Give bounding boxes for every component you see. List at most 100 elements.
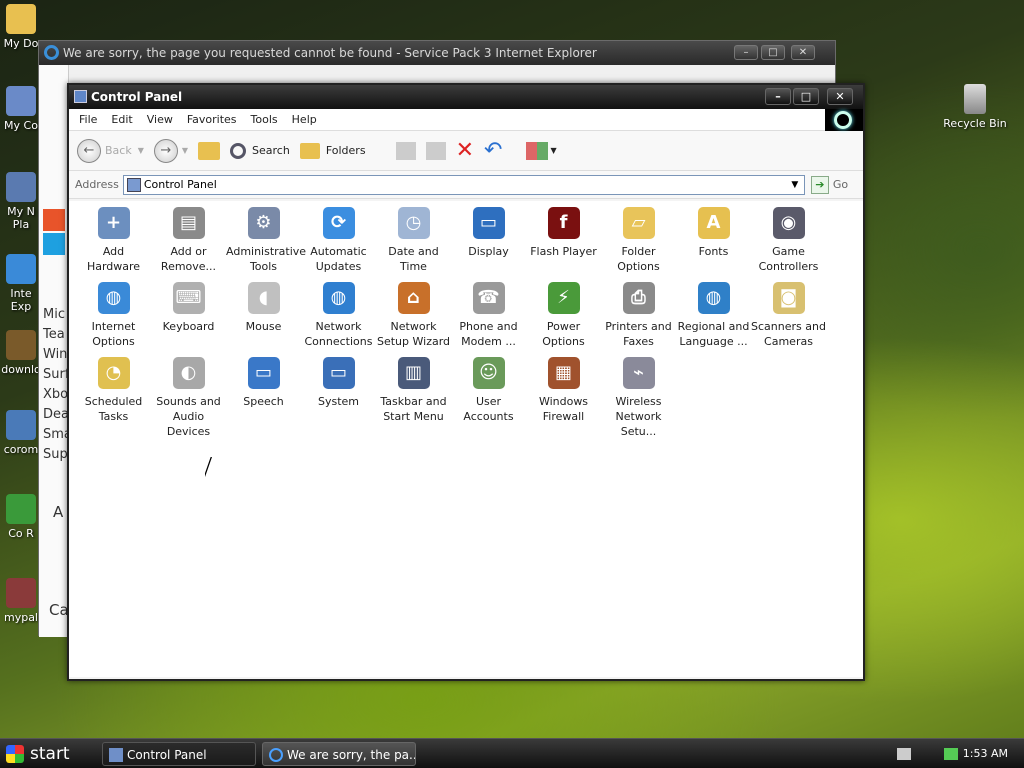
taskbar: start Control Panel We are sorry, the pa… — [0, 738, 1024, 768]
control-panel-item-icon: ▭ — [247, 357, 280, 389]
control-panel-item[interactable]: ⌂ Network Setup Wizard — [376, 282, 451, 349]
ie-close-button[interactable]: ✕ — [791, 45, 815, 60]
control-panel-item[interactable]: ◷ Date and Time — [376, 207, 451, 274]
search-icon — [230, 142, 247, 159]
control-panel-item-label: Administrative Tools — [226, 245, 307, 273]
forward-button[interactable]: → ▼ — [153, 138, 188, 163]
control-panel-item[interactable]: ⚡ Power Options — [526, 282, 601, 349]
recycle-bin-label: Recycle Bin — [943, 117, 1007, 130]
desktop-app-icon — [6, 4, 36, 34]
keyboard-tray-icon[interactable] — [897, 748, 911, 760]
ie-side-text: Mic — [43, 307, 65, 322]
folders-button[interactable]: Folders — [299, 142, 366, 159]
control-panel-icon — [126, 177, 141, 192]
ie-side-button[interactable]: Ca — [49, 601, 69, 619]
search-button[interactable]: Search — [230, 142, 290, 159]
desktop-app-icon — [6, 254, 36, 284]
address-input[interactable]: Control Panel ▼ — [122, 174, 805, 195]
control-panel-item[interactable]: ▭ Speech — [226, 357, 301, 409]
undo-button[interactable]: ↶ — [484, 138, 502, 163]
network-tray-icon[interactable] — [944, 748, 958, 760]
desktop-icon-label: downlo — [1, 363, 41, 376]
control-panel-item-icon: ◖ — [247, 282, 280, 314]
address-dropdown-button[interactable]: ▼ — [788, 177, 802, 193]
menu-edit[interactable]: Edit — [111, 113, 132, 126]
taskbar-control-panel[interactable]: Control Panel — [102, 742, 256, 766]
control-panel-item-label: Fonts — [698, 245, 729, 258]
control-panel-item[interactable]: ☺ User Accounts — [451, 357, 526, 424]
ie-title-bar: We are sorry, the page you requested can… — [39, 41, 835, 65]
control-panel-item[interactable]: ▭ System — [301, 357, 376, 409]
desktop-app-icon — [6, 172, 36, 202]
control-panel-item[interactable]: ▤ Add or Remove... — [151, 207, 226, 274]
control-panel-item-icon: ☎ — [472, 282, 505, 314]
menu-file[interactable]: File — [79, 113, 97, 126]
cp-title-bar: Control Panel – □ ✕ — [69, 85, 863, 109]
menu-help[interactable]: Help — [292, 113, 317, 126]
control-panel-item[interactable]: ⌁ Wireless Network Setu... — [601, 357, 676, 439]
back-label: Back — [105, 144, 132, 157]
control-panel-item-icon: ▦ — [547, 357, 580, 389]
move-to-button[interactable] — [376, 141, 416, 160]
cp-close-button[interactable]: ✕ — [827, 88, 853, 105]
control-panel-item[interactable]: ⟳ Automatic Updates — [301, 207, 376, 274]
control-panel-item[interactable]: ◉ Game Controllers — [751, 207, 826, 274]
ie-logo-icon — [44, 45, 59, 60]
delete-x-icon: ✕ — [455, 138, 474, 163]
control-panel-item[interactable]: ☎ Phone and Modem ... — [451, 282, 526, 349]
start-button[interactable]: start — [0, 739, 88, 768]
ie-minimize-button[interactable]: – — [734, 45, 758, 60]
copy-to-button[interactable] — [425, 141, 446, 160]
recycle-bin-icon[interactable]: Recycle Bin — [940, 84, 1010, 130]
desktop-icon-label: corom — [3, 443, 39, 456]
control-panel-item[interactable]: ◐ Sounds and Audio Devices — [151, 357, 226, 439]
control-panel-item[interactable]: + Add Hardware — [76, 207, 151, 274]
delete-button[interactable]: ✕ — [456, 138, 474, 163]
control-panel-window[interactable]: Control Panel – □ ✕ File Edit View Favor… — [67, 83, 865, 681]
desktop-app-icon — [6, 578, 36, 608]
control-panel-item[interactable]: ◍ Regional and Language ... — [676, 282, 751, 349]
ie-maximize-button[interactable]: □ — [761, 45, 785, 60]
desktop-app-icon — [6, 494, 36, 524]
menu-tools[interactable]: Tools — [251, 113, 278, 126]
taskbar-internet-explorer[interactable]: We are sorry, the pa... — [262, 742, 416, 766]
control-panel-item-icon: ⌁ — [622, 357, 655, 389]
control-panel-item[interactable]: ◔ Scheduled Tasks — [76, 357, 151, 424]
control-panel-item[interactable]: f Flash Player — [526, 207, 601, 259]
control-panel-item[interactable]: ⎙ Printers and Faxes — [601, 282, 676, 349]
desktop-icon-label: My Co — [4, 119, 38, 132]
go-button[interactable]: ➔ Go — [810, 175, 848, 194]
control-panel-item-icon: ⚡ — [547, 282, 580, 314]
control-panel-item-label: Regional and Language ... — [677, 320, 750, 348]
cp-minimize-button[interactable]: – — [765, 88, 791, 105]
control-panel-item-label: Windows Firewall — [538, 395, 589, 423]
control-panel-item[interactable]: ▱ Folder Options — [601, 207, 676, 274]
control-panel-item[interactable]: ⚙ Administrative Tools — [226, 207, 307, 274]
control-panel-item-label: Scheduled Tasks — [84, 395, 143, 423]
control-panel-item-icon: ⚙ — [247, 207, 280, 239]
control-panel-item[interactable]: ⌨ Keyboard — [151, 282, 226, 334]
back-button[interactable]: ← Back ▼ — [77, 138, 144, 163]
control-panel-item[interactable]: ▦ Windows Firewall — [526, 357, 601, 424]
control-panel-item-icon: A — [697, 207, 730, 239]
ie-side-text: Win — [43, 347, 68, 362]
menu-view[interactable]: View — [147, 113, 173, 126]
control-panel-item[interactable]: ◍ Internet Options — [76, 282, 151, 349]
control-panel-item[interactable]: ▥ Taskbar and Start Menu — [376, 357, 451, 424]
menu-favorites[interactable]: Favorites — [187, 113, 237, 126]
control-panel-item[interactable]: ◙ Scanners and Cameras — [751, 282, 826, 349]
control-panel-item[interactable]: ◍ Network Connections — [301, 282, 376, 349]
control-panel-item[interactable]: A Fonts — [676, 207, 751, 259]
control-panel-item-label: Wireless Network Setu... — [615, 395, 662, 438]
up-button[interactable] — [198, 141, 221, 160]
cp-maximize-button[interactable]: □ — [793, 88, 819, 105]
ie-side-text: Dea — [43, 407, 69, 422]
control-panel-item-label: Mouse — [245, 320, 282, 333]
control-panel-item-label: Display — [468, 245, 509, 258]
control-panel-item[interactable]: ▭ Display — [451, 207, 526, 259]
control-panel-item-icon: ◷ — [397, 207, 430, 239]
views-button[interactable]: ▼ — [512, 141, 557, 160]
ie-side-text: Tea — [43, 327, 65, 342]
control-panel-item-icon: ▥ — [397, 357, 430, 389]
control-panel-item[interactable]: ◖ Mouse — [226, 282, 301, 334]
